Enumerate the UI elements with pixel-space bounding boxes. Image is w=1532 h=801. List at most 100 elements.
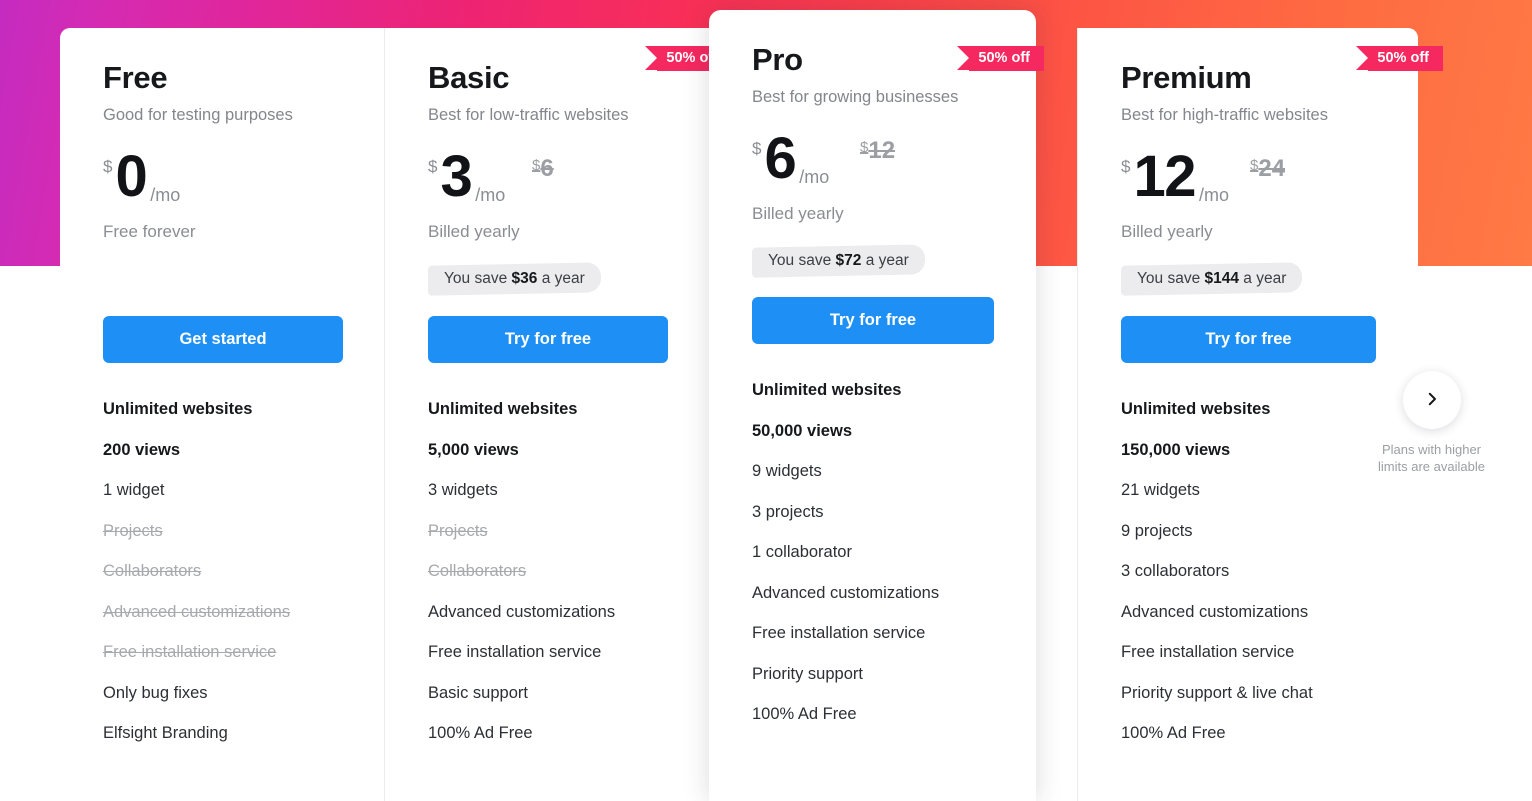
current-price: $ 6 /mo [752,126,829,194]
cta-button-free[interactable]: Get started [103,316,343,364]
feature-list: Unlimited websites 150,000 views 21 widg… [1121,401,1376,742]
billing-note: Billed yearly [428,222,520,242]
feature-item: 9 projects [1121,521,1193,540]
savings-prefix: You save [444,270,512,288]
feature-item: Unlimited websites [1121,400,1271,419]
original-price: $24 [1250,155,1285,183]
price-row: $ 0 /mo [103,144,343,212]
feature-item: 1 widget [103,481,165,500]
cta-button-premium[interactable]: Try for free [1121,316,1376,364]
plan-tagline: Best for low-traffic websites [428,105,629,124]
current-price: $ 12 /mo [1121,147,1229,212]
currency-symbol: $ [1121,157,1131,177]
feature-item: 50,000 views [752,421,852,440]
next-plans-note-line2: limits are available [1378,459,1485,475]
currency-symbol: $ [428,157,438,177]
billing-note: Billed yearly [1121,222,1213,242]
savings-pill: You save $72 a year [752,246,925,276]
pricing-cards-row: Free Good for testing purposes $ 0 /mo F… [60,0,1443,801]
billing-note: Free forever [103,222,196,242]
feature-item: Only bug fixes [103,683,208,702]
savings-row: You save $72 a year [752,246,994,276]
savings-prefix: You save [768,252,836,270]
currency-symbol: $ [103,157,113,177]
feature-item: Projects [103,521,163,540]
plan-tagline: Best for growing businesses [752,87,959,106]
savings-suffix: a year [1239,270,1287,288]
feature-list: Unlimited websites 50,000 views 9 widget… [752,382,994,723]
price-row: $ 3 /mo $6 [428,144,668,212]
feature-item: 200 views [103,440,181,459]
plan-name: Premium [1121,60,1252,95]
next-plans-block: Plans with higher limits are available [1373,371,1490,475]
next-plans-button[interactable] [1402,371,1461,429]
feature-item: 3 projects [752,502,824,521]
feature-item: Advanced customizations [428,602,616,621]
pricing-card-pro[interactable]: 50% off Pro Best for growing businesses … [709,10,1044,801]
feature-list: Unlimited websites 200 views 1 widget Pr… [103,401,343,742]
original-price-amount: 12 [868,137,896,165]
price-row: $ 12 /mo $24 [1121,147,1376,212]
price-amount: 6 [764,126,796,192]
feature-item: 9 widgets [752,462,822,481]
feature-item: Unlimited websites [428,400,578,419]
current-price: $ 0 /mo [103,144,181,212]
pricing-card-premium[interactable]: 50% off Premium Best for high-traffic we… [1078,28,1443,801]
savings-placeholder [103,264,343,294]
price-amount: 3 [440,144,472,210]
original-price: $12 [860,137,895,165]
feature-item: Free installation service [752,624,926,643]
feature-item: Free installation service [103,643,277,662]
feature-item: Priority support & live chat [1121,683,1313,702]
currency-symbol: $ [752,139,762,159]
price-amount: 0 [115,144,147,210]
feature-item: Collaborators [103,562,202,581]
discount-badge: 50% off [957,46,1044,71]
feature-item: 100% Ad Free [752,705,857,724]
discount-badge: 50% off [1356,46,1443,71]
feature-item: Basic support [428,683,528,702]
plan-tagline: Best for high-traffic websites [1121,105,1328,124]
savings-pill: You save $144 a year [1121,264,1302,294]
feature-list: Unlimited websites 5,000 views 3 widgets… [428,401,668,742]
savings-row: You save $144 a year [1121,264,1376,294]
original-price-amount: 24 [1258,155,1286,183]
feature-item: 3 collaborators [1121,562,1230,581]
feature-item: Advanced customizations [752,583,940,602]
card-divider [384,28,385,801]
price-period: /mo [150,185,181,206]
savings-amount: $72 [835,252,862,270]
savings-pill: You save $36 a year [428,264,601,294]
original-price-amount: 6 [540,155,554,183]
feature-item: 100% Ad Free [428,724,533,743]
feature-item: Priority support [752,664,863,683]
savings-prefix: You save [1137,270,1205,288]
price-row: $ 6 /mo $12 [752,126,994,194]
cta-button-pro[interactable]: Try for free [752,297,994,345]
next-plans-note-line1: Plans with higher [1382,442,1481,457]
feature-item: 5,000 views [428,440,519,459]
feature-item: Free installation service [428,643,602,662]
next-plans-note: Plans with higher limits are available [1373,441,1490,475]
savings-suffix: a year [537,270,585,288]
savings-amount: $144 [1204,270,1239,288]
price-period: /mo [475,185,506,206]
pricing-card-basic[interactable]: 50% off Basic Best for low-traffic websi… [385,28,732,801]
feature-item: 21 widgets [1121,481,1200,500]
feature-item: 150,000 views [1121,440,1231,459]
chevron-right-icon [1423,390,1441,411]
cta-button-basic[interactable]: Try for free [428,316,668,364]
feature-item: 1 collaborator [752,543,852,562]
plan-name: Free [103,60,168,95]
feature-item: Advanced customizations [1121,602,1309,621]
pricing-card-free[interactable]: Free Good for testing purposes $ 0 /mo F… [60,28,385,801]
feature-item: Unlimited websites [752,381,902,400]
feature-item: Elfsight Branding [103,724,228,743]
feature-item: 3 widgets [428,481,498,500]
feature-item: Advanced customizations [103,602,291,621]
billing-note: Billed yearly [752,204,844,224]
savings-row: You save $36 a year [428,264,668,294]
plan-tagline: Good for testing purposes [103,105,293,124]
card-divider [1077,28,1078,801]
feature-item: Projects [428,521,488,540]
